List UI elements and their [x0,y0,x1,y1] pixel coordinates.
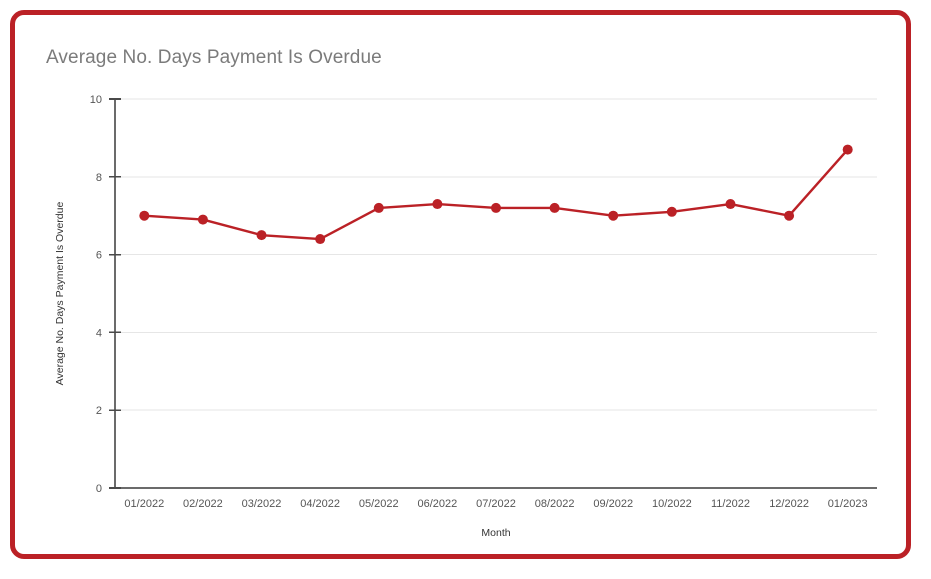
data-point-marker[interactable] [491,202,501,213]
x-axis-tick-label: 06/2022 [418,498,458,510]
x-axis-tick-label: 01/2023 [828,498,868,510]
x-axis-tick-label: 01/2022 [124,498,164,510]
data-point-marker[interactable] [197,214,208,225]
data-point-marker[interactable] [432,199,443,210]
y-axis-tick-label: 6 [96,250,102,262]
data-point-marker[interactable] [725,199,736,210]
y-axis-tick-label: 8 [96,172,102,184]
y-axis-title: Average No. Days Payment Is Overdue [54,202,66,386]
data-point-marker[interactable] [666,206,677,217]
chart-plot-area: 0 2 4 6 8 10 01/2022 02/2022 03/2022 04/2022 05/20… [15,15,906,554]
y-axis-tick-label: 10 [90,94,102,106]
series-line [143,148,849,241]
data-point-marker[interactable] [784,210,795,221]
x-axis-tick-label: 05/2022 [359,498,399,510]
x-axis-title: Month [481,527,510,539]
x-axis-tick-label: 04/2022 [300,498,340,510]
data-point-marker[interactable] [549,202,560,213]
y-axis-tick-label: 2 [96,405,102,417]
y-axis-tick-label: 0 [96,483,102,495]
data-point-marker[interactable] [608,210,619,221]
x-axis-tick-label: 11/2022 [711,498,750,510]
x-axis-tick-label: 09/2022 [593,498,633,510]
data-point-marker[interactable] [139,210,150,221]
data-point-marker[interactable] [256,230,267,241]
data-point-marker[interactable] [373,202,384,213]
data-point-marker[interactable] [315,234,326,245]
x-axis-tick-label: 02/2022 [183,498,223,510]
data-point-marker[interactable] [842,144,853,155]
y-axis-tick-label: 4 [96,327,102,339]
x-axis-tick-label: 08/2022 [535,498,575,510]
x-axis-tick-label: 03/2022 [242,498,282,510]
x-axis-tick-label: 07/2022 [476,498,516,510]
line-chart-svg[interactable]: 0 2 4 6 8 10 01/2022 02/2022 03/2022 04/2022 05/20… [15,15,906,554]
x-axis-tick-label: 12/2022 [769,498,809,510]
chart-card: Average No. Days Payment Is Overdue 0 2 4 6… [10,10,911,559]
x-axis-tick-label: 10/2022 [652,498,692,510]
